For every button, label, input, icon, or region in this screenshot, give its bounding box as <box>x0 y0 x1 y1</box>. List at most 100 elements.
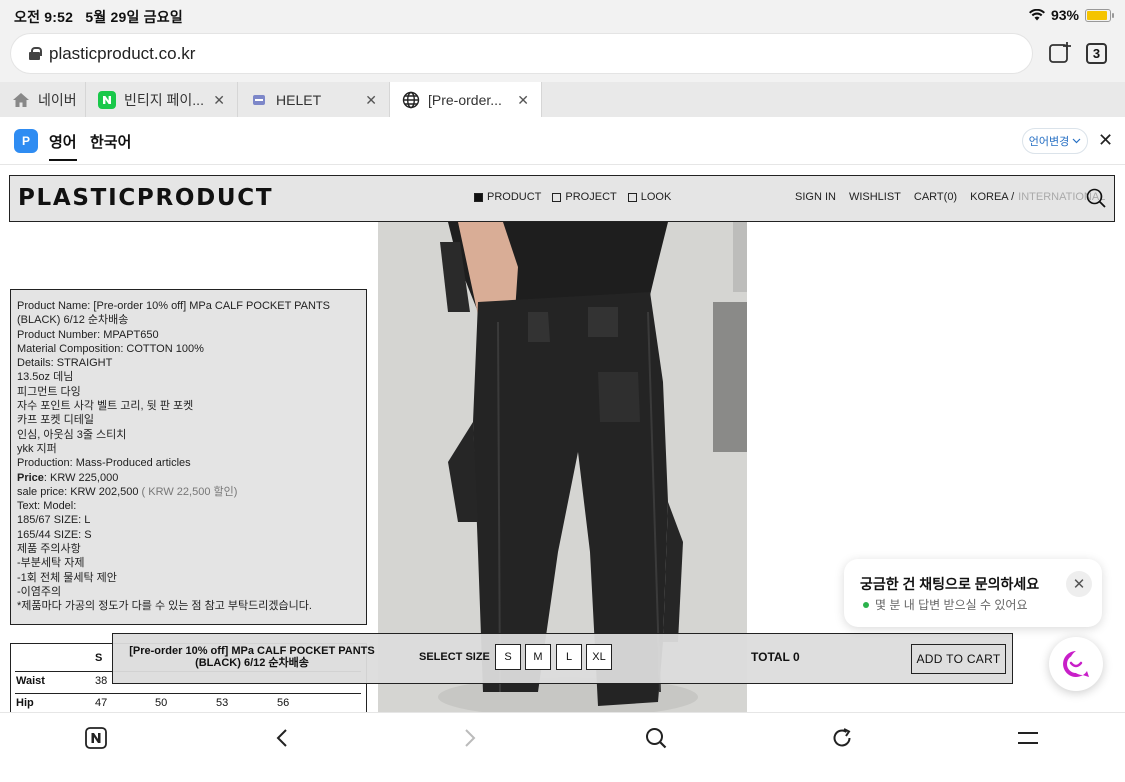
search-icon <box>646 728 667 749</box>
lang-english-tab[interactable]: 영어 <box>49 131 77 161</box>
address-bar[interactable]: plasticproduct.co.kr <box>11 34 1032 73</box>
size-xl-button[interactable]: XL <box>586 644 612 670</box>
info-line: -부분세탁 자제 <box>17 557 85 570</box>
close-translation-icon[interactable]: ✕ <box>1098 130 1113 151</box>
site-header: PLASTICPRODUCT PRODUCT PROJECT LOOK SIGN… <box>9 175 1115 222</box>
table-cell: 53 <box>216 697 229 709</box>
status-bar: 오전 9:52 5월 29일 금요일 93% <box>0 0 1125 30</box>
info-line: *제품마다 가공의 정도가 다를 수 있는 점 참고 부탁드리겠습니다. <box>17 600 312 613</box>
sign-in-link[interactable]: SIGN IN <box>795 191 836 203</box>
chat-prompt[interactable]: 궁금한 건 채팅으로 문의하세요 몇 분 내 답변 받으실 수 있어요 ✕ <box>844 559 1102 627</box>
site-logo[interactable]: PLASTICPRODUCT <box>18 185 273 211</box>
hamburger-menu-icon <box>1018 732 1038 744</box>
price-value: : KRW 225,000 <box>43 471 119 484</box>
translation-bar: P 영어 한국어 언어변경 ✕ <box>0 117 1125 165</box>
address-actions: 3 <box>1048 41 1107 65</box>
chevron-left-icon <box>276 729 287 747</box>
info-line: 인심, 아웃심 3줄 스티치 <box>17 428 127 441</box>
chat-subtitle: 몇 분 내 답변 받으실 수 있어요 <box>863 596 1028 613</box>
lock-icon <box>29 47 42 60</box>
close-icon[interactable]: ✕ <box>213 92 225 109</box>
tab-label: 빈티지 페이... <box>124 91 204 108</box>
info-line: (BLACK) 6/12 순차배송 <box>17 314 129 327</box>
select-size-label: SELECT SIZE <box>419 651 490 663</box>
browser-tabs: 네이버 빈티지 페이... ✕ HELET ✕ [Pre-order... ✕ <box>0 82 1125 117</box>
info-line: 185/67 SIZE: L <box>17 514 91 527</box>
info-line: -1회 전체 물세탁 제안 <box>17 571 117 584</box>
sale-discount: ( KRW 22,500 할인) <box>141 485 238 498</box>
wifi-icon <box>1028 9 1045 21</box>
tab-count-button[interactable]: 3 <box>1086 42 1107 64</box>
checkbox-filled-icon <box>474 192 483 202</box>
size-s-button[interactable]: S <box>495 644 521 670</box>
chevron-right-icon <box>465 729 476 747</box>
info-line: -이염주의 <box>17 585 62 598</box>
info-line: 자수 포인트 사각 벨트 고리, 뒷 판 포켓 <box>17 400 194 413</box>
close-icon[interactable]: ✕ <box>365 92 377 109</box>
add-to-cart-button[interactable]: ADD TO CART <box>911 644 1006 674</box>
search-button[interactable] <box>643 725 669 751</box>
tab-naver[interactable]: 네이버 <box>0 82 86 117</box>
chat-title: 궁금한 건 채팅으로 문의하세요 <box>860 576 1040 592</box>
info-line: 제품 주의사항 <box>17 543 81 556</box>
new-tab-icon[interactable] <box>1048 41 1072 65</box>
naver-home-button[interactable] <box>83 725 109 751</box>
table-row-label: Waist <box>16 675 45 687</box>
size-m-button[interactable]: M <box>525 644 551 670</box>
tab-label: HELET <box>276 91 322 108</box>
info-line: ykk 지퍼 <box>17 442 57 455</box>
back-button[interactable] <box>269 725 295 751</box>
tab-label: 네이버 <box>38 91 77 108</box>
tab-helet[interactable]: HELET ✕ <box>238 82 390 117</box>
bottom-toolbar <box>0 712 1125 782</box>
price-line: Price: KRW 225,000 <box>17 471 360 485</box>
chat-subtitle-text: 몇 분 내 답변 받으실 수 있어요 <box>875 598 1028 612</box>
online-dot-icon <box>863 601 869 608</box>
papago-icon: P <box>14 129 38 153</box>
korea-link[interactable]: KOREA / <box>970 191 1014 203</box>
info-line: 피그먼트 다잉 <box>17 385 81 398</box>
address-bar-area: plasticproduct.co.kr 3 <box>0 30 1125 82</box>
change-language-label: 언어변경 <box>1028 136 1070 148</box>
sale-price: sale price: KRW 202,500 <box>17 485 139 498</box>
table-row-label: Hip <box>16 697 34 709</box>
papago-badge: P <box>21 134 30 148</box>
nav-label: PRODUCT <box>487 191 542 203</box>
battery-icon <box>1085 8 1114 22</box>
status-time: 오전 9:52 5월 29일 금요일 <box>14 7 183 27</box>
tab-active-product[interactable]: [Pre-order... ✕ <box>390 82 542 117</box>
order-total: TOTAL 0 <box>751 650 800 664</box>
menu-button[interactable] <box>1015 725 1041 751</box>
lang-korean-tab[interactable]: 한국어 <box>90 131 131 152</box>
home-icon <box>12 91 30 109</box>
tab-count: 3 <box>1092 45 1101 61</box>
user-nav: SIGN IN WISHLIST CART(0) KOREA / INTERNA… <box>795 191 1105 203</box>
close-chat-icon[interactable]: ✕ <box>1066 571 1092 597</box>
reload-button[interactable] <box>829 725 855 751</box>
info-line: Production: Mass-Produced articles <box>17 457 191 470</box>
table-row: Hip 47 50 53 56 <box>15 693 361 712</box>
size-l-button[interactable]: L <box>556 644 582 670</box>
battery-percent: 93% <box>1050 7 1079 23</box>
time-text: 오전 9:52 <box>14 9 74 25</box>
search-icon[interactable] <box>1086 188 1106 208</box>
change-language-button[interactable]: 언어변경 <box>1022 128 1088 154</box>
info-line: Product Name: [Pre-order 10% off] MPa CA… <box>17 300 331 312</box>
nav-product[interactable]: PRODUCT <box>474 191 541 203</box>
forward-button[interactable] <box>457 725 483 751</box>
table-cell: 56 <box>277 697 290 709</box>
chat-launcher-button[interactable] <box>1049 637 1103 691</box>
info-line: Details: STRAIGHT <box>17 357 113 370</box>
table-header-cell: S <box>95 652 103 664</box>
info-line: 13.5oz 데님 <box>17 371 74 384</box>
nav-look[interactable]: LOOK <box>627 191 671 203</box>
wishlist-link[interactable]: WISHLIST <box>849 191 901 203</box>
cart-link[interactable]: CART(0) <box>914 191 957 203</box>
nav-project[interactable]: PROJECT <box>552 191 617 203</box>
naver-n-icon <box>85 727 107 749</box>
sale-price-line: sale price: KRW 202,500 ( KRW 22,500 할인) <box>17 485 360 499</box>
close-icon[interactable]: ✕ <box>517 92 529 109</box>
nav-label: PROJECT <box>565 191 617 203</box>
site-icon <box>250 91 268 109</box>
tab-vintage[interactable]: 빈티지 페이... ✕ <box>86 82 238 117</box>
